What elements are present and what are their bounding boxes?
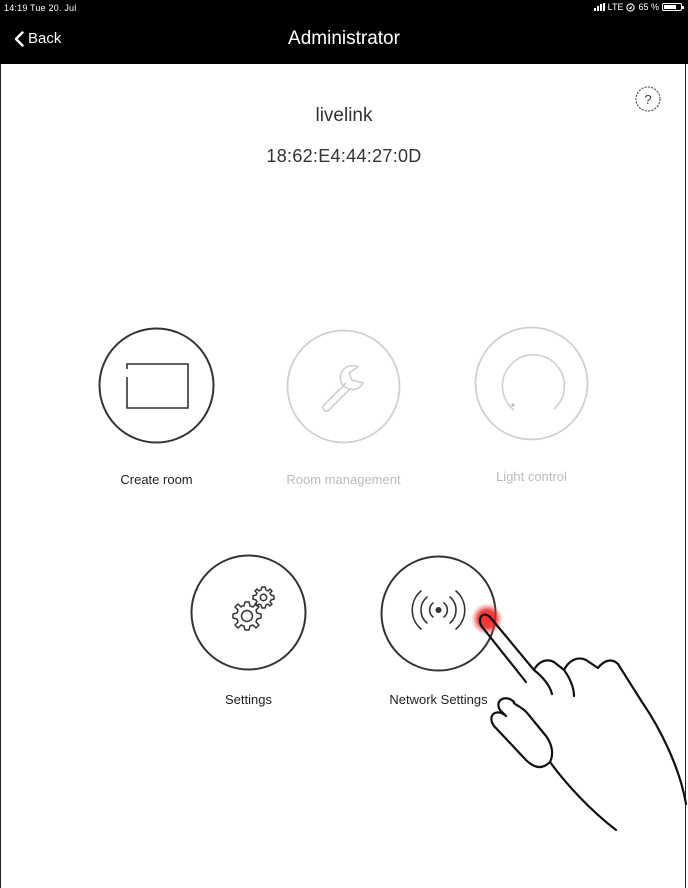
app-screen: 14:19 Tue 20. Jul LTE 65 % Back Administ… <box>0 0 688 888</box>
status-time-date: 14:19 Tue 20. Jul <box>4 3 77 13</box>
wrench-icon <box>286 329 401 444</box>
room-management-button[interactable]: Room management <box>286 329 401 487</box>
battery-percent: 65 % <box>638 2 659 12</box>
room-frame-icon <box>98 327 215 444</box>
room-management-label: Room management <box>286 472 401 487</box>
battery-icon <box>662 3 684 11</box>
settings-label: Settings <box>225 692 272 707</box>
settings-button[interactable]: Settings <box>190 554 307 707</box>
tap-indicator <box>471 603 503 635</box>
create-room-button[interactable]: Create room <box>98 327 215 487</box>
create-room-label: Create room <box>120 472 193 487</box>
gears-icon <box>190 554 307 671</box>
location-icon <box>626 2 636 12</box>
device-name: livelink <box>315 105 373 126</box>
status-indicators: LTE 65 % <box>593 2 684 12</box>
dial-icon <box>474 326 589 441</box>
network-settings-label: Network Settings <box>389 692 488 707</box>
nav-bar: Back Administrator <box>0 16 688 64</box>
light-control-label: Light control <box>496 469 567 484</box>
device-mac-address: 18:62:E4:44:27:0D <box>266 146 422 166</box>
page-title: Administrator <box>288 28 400 49</box>
signal-icon <box>593 3 605 11</box>
network-type: LTE <box>607 2 624 12</box>
status-bar: 14:19 Tue 20. Jul LTE 65 % <box>0 0 688 16</box>
light-control-button[interactable]: Light control <box>474 326 589 484</box>
